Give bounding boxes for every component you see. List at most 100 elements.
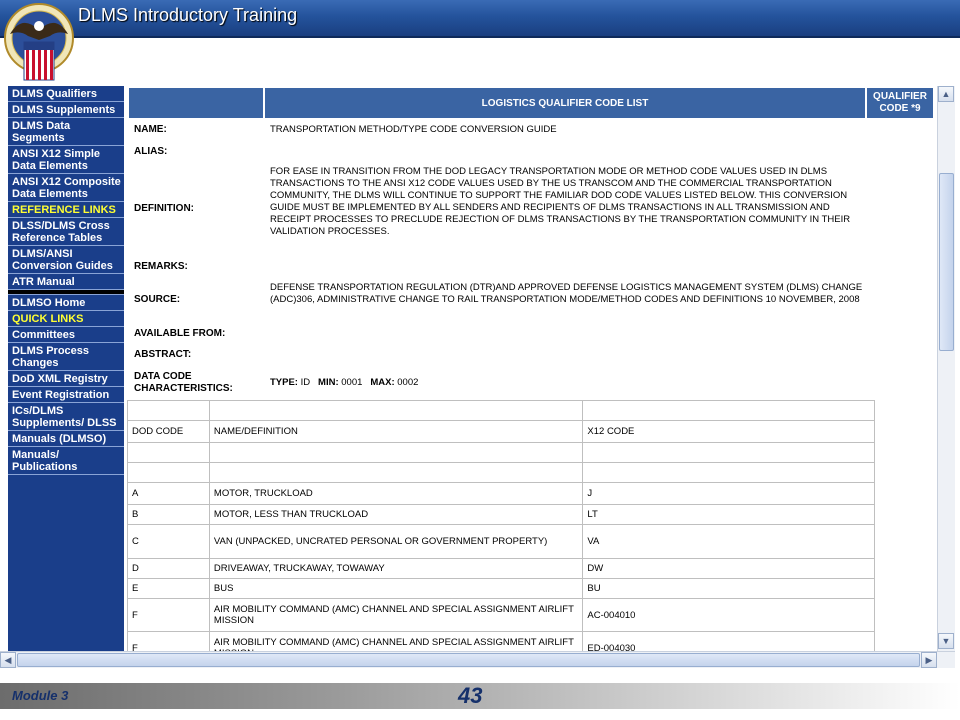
- sidebar-heading-reference-links: REFERENCE LINKS: [8, 202, 124, 218]
- horizontal-scrollbar[interactable]: ◀ ▶: [0, 651, 955, 668]
- code-list-header: LOGISTICS QUALIFIER CODE LIST QUALIFIER …: [129, 88, 933, 118]
- table-row: [127, 462, 875, 483]
- max-value: 0002: [397, 377, 419, 388]
- x12-code-cell: BU: [582, 578, 875, 599]
- presentation-title: DLMS Introductory Training: [78, 5, 298, 25]
- table-row: F AIR MOBILITY COMMAND (AMC) CHANNEL AND…: [127, 598, 875, 632]
- vertical-scrollbar[interactable]: ▲ ▼: [937, 86, 955, 651]
- table-cell: [127, 462, 210, 483]
- max-label: MAX:: [370, 377, 395, 388]
- table-row: [127, 442, 875, 463]
- sidebar-item-manuals-publications[interactable]: Manuals/ Publications: [8, 447, 124, 475]
- table-cell: [127, 400, 210, 421]
- sidebar-item-xml-registry[interactable]: DoD XML Registry: [8, 371, 124, 387]
- dod-code-cell: E: [127, 578, 210, 599]
- sidebar-item-ansi-simple-elements[interactable]: ANSI X12 Simple Data Elements: [8, 146, 124, 174]
- definition-cell: MOTOR, LESS THAN TRUCKLOAD: [208, 504, 584, 525]
- sidebar-item-ics-supplements[interactable]: ICs/DLMS Supplements/ DLSS: [8, 403, 124, 431]
- sidebar-item-manuals-dlmso[interactable]: Manuals (DLMSO): [8, 431, 124, 447]
- table-row: E BUS BU: [127, 578, 875, 599]
- dod-code-cell: F: [127, 598, 210, 632]
- sidebar-item-dlmso-home[interactable]: DLMSO Home: [8, 295, 124, 311]
- name-value: TRANSPORTATION METHOD/TYPE CODE CONVERSI…: [270, 124, 557, 135]
- horizontal-scroll-thumb[interactable]: [17, 653, 920, 667]
- scroll-right-arrow-icon[interactable]: ▶: [921, 652, 937, 668]
- x12-code-cell: LT: [582, 504, 875, 525]
- sidebar-heading-quick-links: QUICK LINKS: [8, 311, 124, 327]
- definition-cell: DRIVEAWAY, TRUCKAWAY, TOWAWAY: [208, 558, 584, 579]
- qualifier-code: QUALIFIER CODE *9: [873, 91, 927, 114]
- definition-value: FOR EASE IN TRANSITION FROM THE DOD LEGA…: [270, 166, 851, 237]
- name-label: NAME:: [134, 124, 167, 135]
- sidebar-item-event-registration[interactable]: Event Registration: [8, 387, 124, 403]
- dod-code-cell: C: [127, 524, 210, 559]
- definition-cell: VAN (UNPACKED, UNCRATED PERSONAL OR GOVE…: [208, 524, 584, 559]
- remarks-label: REMARKS:: [134, 261, 188, 272]
- type-value: ID: [300, 377, 311, 388]
- min-label: MIN:: [318, 377, 339, 388]
- module-label: Module 3: [12, 688, 69, 703]
- alias-label: ALIAS:: [134, 146, 168, 157]
- dod-code-cell: D: [127, 558, 210, 579]
- vertical-scroll-thumb[interactable]: [939, 173, 954, 351]
- page-number: 43: [458, 683, 483, 708]
- table-cell: [208, 442, 584, 463]
- header-blank-cell: [129, 88, 263, 118]
- sidebar-item-atr-manual[interactable]: ATR Manual: [8, 274, 124, 290]
- source-value: DEFENSE TRANSPORTATION REGULATION (DTR)A…: [270, 282, 863, 305]
- definition-cell: AIR MOBILITY COMMAND (AMC) CHANNEL AND S…: [208, 598, 584, 632]
- type-label: TYPE:: [270, 377, 298, 388]
- characteristics-label: DATA CODE CHARACTERISTICS:: [134, 371, 233, 394]
- sidebar-item-cross-reference-tables[interactable]: DLSS/DLMS Cross Reference Tables: [8, 218, 124, 246]
- definition-cell: AIR MOBILITY COMMAND (AMC) CHANNEL AND S…: [208, 631, 584, 651]
- code-conversion-table: DOD CODE NAME/DEFINITION X12 CODE A MOTO…: [127, 400, 875, 651]
- source-label: SOURCE:: [134, 294, 181, 305]
- column-header-dod-code: DOD CODE: [127, 420, 210, 443]
- definition-label: DEFINITION:: [134, 203, 194, 214]
- x12-code-cell: ED-004030: [582, 631, 875, 651]
- table-header-row: DOD CODE NAME/DEFINITION X12 CODE: [127, 420, 875, 443]
- sidebar-item-dlms-qualifiers[interactable]: DLMS Qualifiers: [8, 86, 124, 102]
- min-value: 0001: [341, 377, 363, 388]
- table-cell: [582, 400, 875, 421]
- column-header-name-definition: NAME/DEFINITION: [208, 420, 584, 443]
- sidebar-item-conversion-guides[interactable]: DLMS/ANSI Conversion Guides: [8, 246, 124, 274]
- sidebar-item-process-changes[interactable]: DLMS Process Changes: [8, 343, 124, 371]
- table-cell: [582, 462, 875, 483]
- dod-code-cell: A: [127, 482, 210, 505]
- table-row: B MOTOR, LESS THAN TRUCKLOAD LT: [127, 504, 875, 525]
- characteristics-values: TYPE: ID MIN: 0001 MAX: 0002: [270, 377, 418, 389]
- table-row: C VAN (UNPACKED, UNCRATED PERSONAL OR GO…: [127, 524, 875, 559]
- x12-code-cell: J: [582, 482, 875, 505]
- available-from-label: AVAILABLE FROM:: [134, 328, 226, 339]
- dla-seal-logo-icon: [4, 3, 74, 81]
- scroll-down-arrow-icon[interactable]: ▼: [938, 633, 954, 649]
- table-row: [127, 400, 875, 421]
- scroll-up-arrow-icon[interactable]: ▲: [938, 86, 954, 102]
- footer-bar: Module 3 43: [0, 683, 960, 709]
- table-row: A MOTOR, TRUCKLOAD J: [127, 482, 875, 505]
- sidebar-item-dlms-data-segments[interactable]: DLMS Data Segments: [8, 118, 124, 146]
- title-bar: DLMS Introductory Training: [0, 0, 960, 36]
- table-row: D DRIVEAWAY, TRUCKAWAY, TOWAWAY DW: [127, 558, 875, 579]
- definition-cell: BUS: [208, 578, 584, 599]
- content-pane: LOGISTICS QUALIFIER CODE LIST QUALIFIER …: [127, 86, 937, 651]
- x12-code-cell: VA: [582, 524, 875, 559]
- abstract-label: ABSTRACT:: [134, 349, 192, 360]
- x12-code-cell: AC-004010: [582, 598, 875, 632]
- x12-code-cell: DW: [582, 558, 875, 579]
- code-list-title: LOGISTICS QUALIFIER CODE LIST: [481, 97, 649, 109]
- slide: DLMS Introductory Training DLMS Qualifie…: [0, 0, 960, 720]
- table-cell: [208, 462, 584, 483]
- scroll-left-arrow-icon[interactable]: ◀: [0, 652, 16, 668]
- sidebar-item-dlms-supplements[interactable]: DLMS Supplements: [8, 102, 124, 118]
- sidebar-item-ansi-composite-elements[interactable]: ANSI X12 Composite Data Elements: [8, 174, 124, 202]
- dod-code-cell: F: [127, 631, 210, 651]
- dod-code-cell: B: [127, 504, 210, 525]
- definition-cell: MOTOR, TRUCKLOAD: [208, 482, 584, 505]
- sidebar-item-committees[interactable]: Committees: [8, 327, 124, 343]
- column-header-x12-code: X12 CODE: [582, 420, 875, 443]
- table-cell: [208, 400, 584, 421]
- sidebar-nav: DLMS Qualifiers DLMS Supplements DLMS Da…: [8, 86, 124, 653]
- header-divider: [0, 36, 960, 38]
